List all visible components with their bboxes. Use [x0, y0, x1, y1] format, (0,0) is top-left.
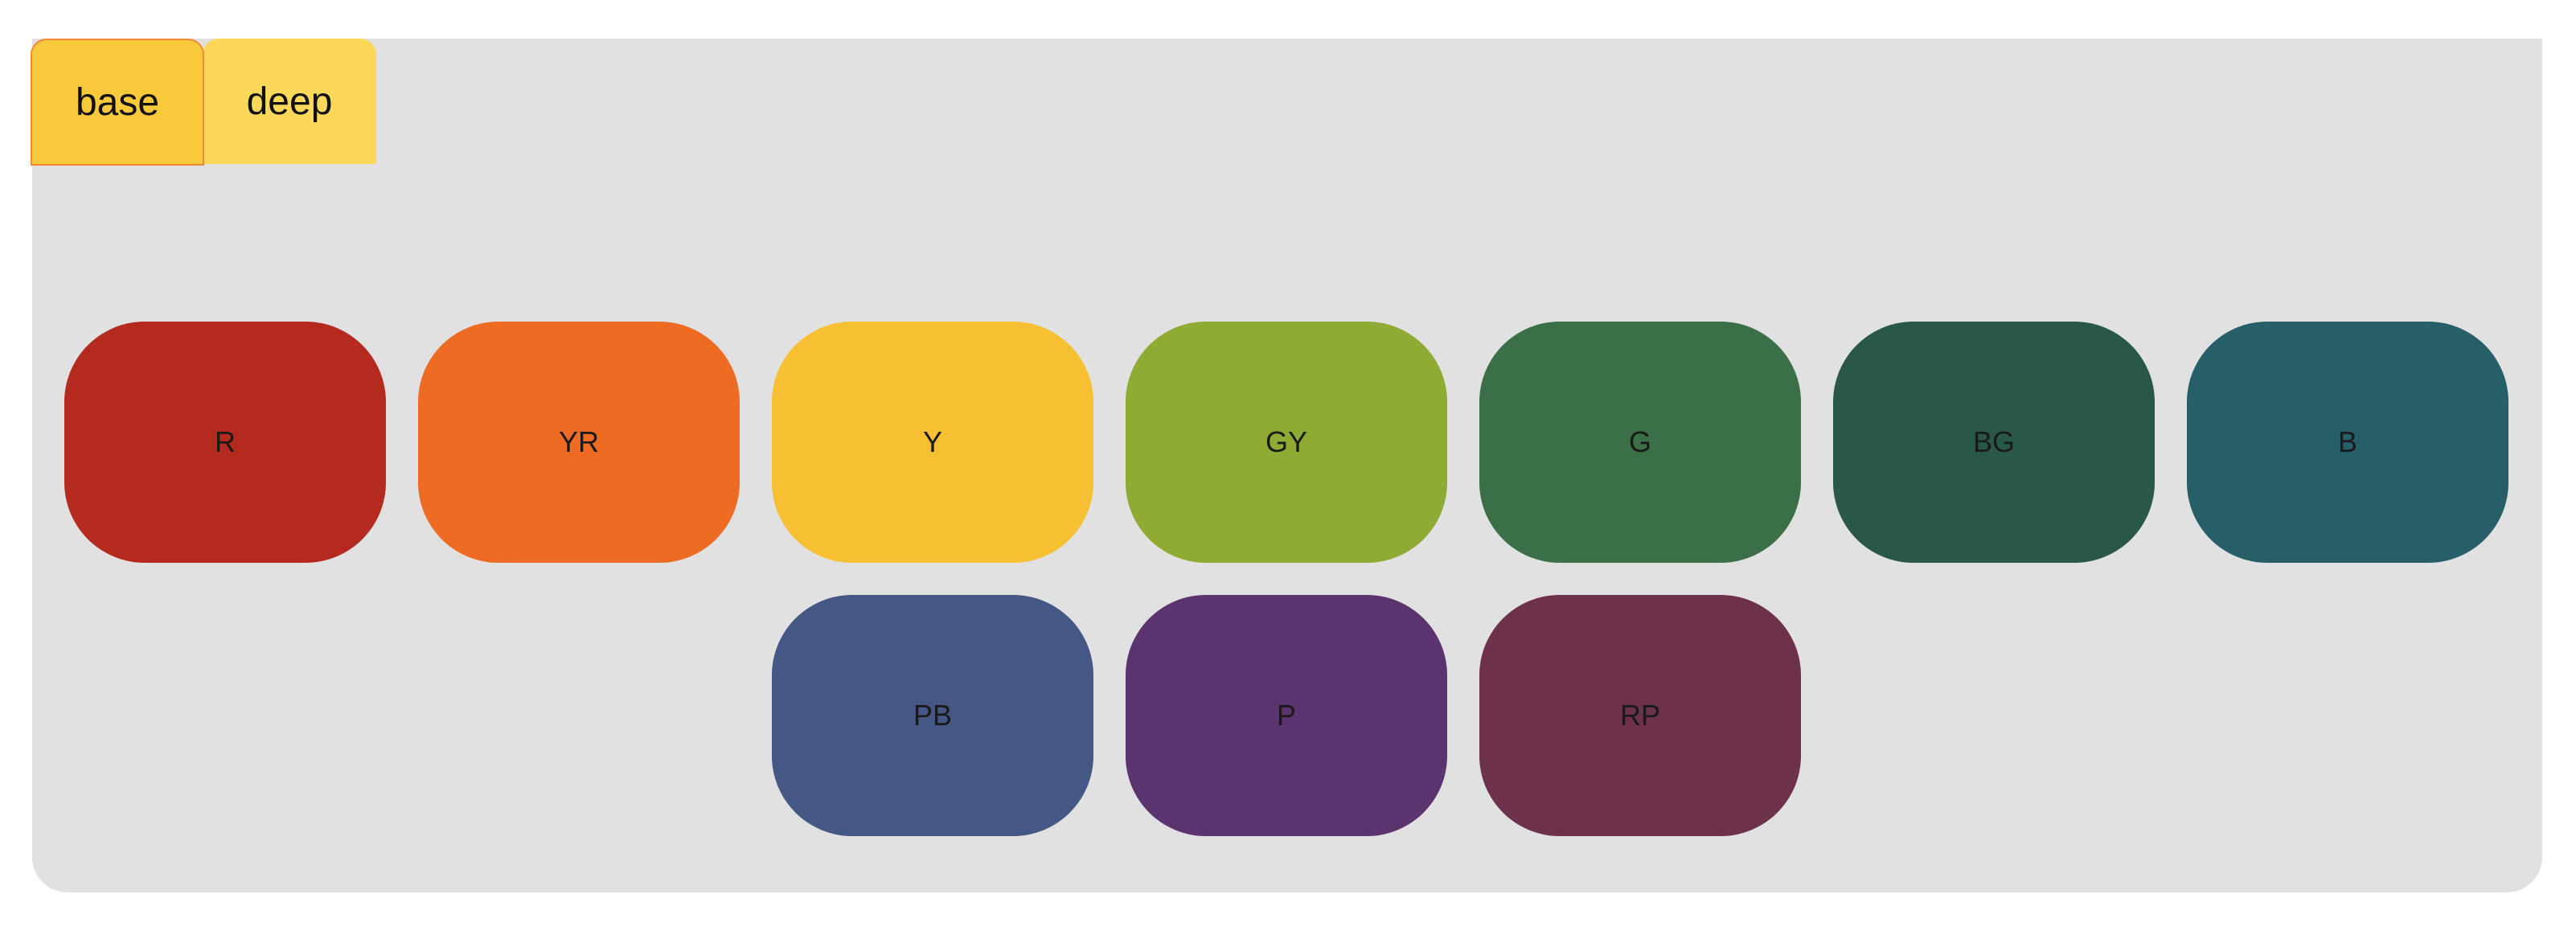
swatch-g[interactable]: G: [1479, 322, 1801, 563]
swatch-rp[interactable]: RP: [1479, 595, 1801, 836]
swatch-gy[interactable]: GY: [1126, 322, 1447, 563]
swatch-p[interactable]: P: [1126, 595, 1447, 836]
swatch-yr[interactable]: YR: [418, 322, 740, 563]
swatch-bg[interactable]: BG: [1833, 322, 2155, 563]
tab-deep[interactable]: deep: [203, 39, 376, 164]
tab-base[interactable]: base: [31, 39, 204, 166]
swatch-b[interactable]: B: [2187, 322, 2508, 563]
swatch-y[interactable]: Y: [772, 322, 1093, 563]
swatch-pb[interactable]: PB: [772, 595, 1093, 836]
swatch-panel: base deep R YR Y GY G BG B PB P RP: [31, 39, 2542, 892]
swatch-r[interactable]: R: [64, 322, 386, 563]
